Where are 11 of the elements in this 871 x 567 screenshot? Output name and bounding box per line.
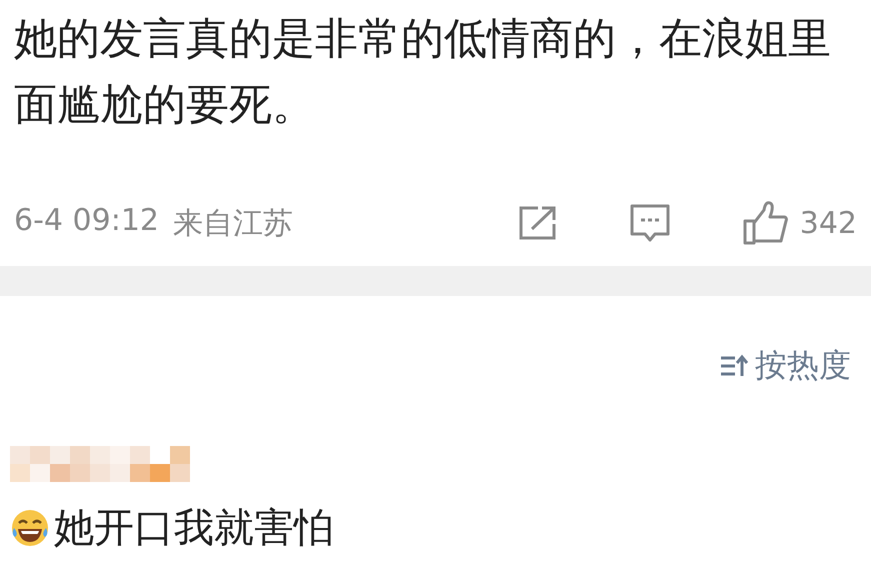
like-count: 342 [800,206,857,240]
comment-text: 她开口我就害怕 [54,504,334,553]
post-source: 来自江苏 [173,204,293,242]
comment-icon[interactable] [630,204,670,242]
sort-icon [719,354,749,378]
post-text: 她的发言真的是非常的低情商的，在浪姐里面尴尬的要死。 [14,13,832,132]
thumbs-up-icon[interactable] [742,201,788,245]
laughing-emoji-icon [10,508,50,548]
post-time: 6-4 09:12 [14,202,159,240]
sort-button[interactable]: 按热度 [719,344,851,388]
share-icon[interactable] [518,205,558,241]
